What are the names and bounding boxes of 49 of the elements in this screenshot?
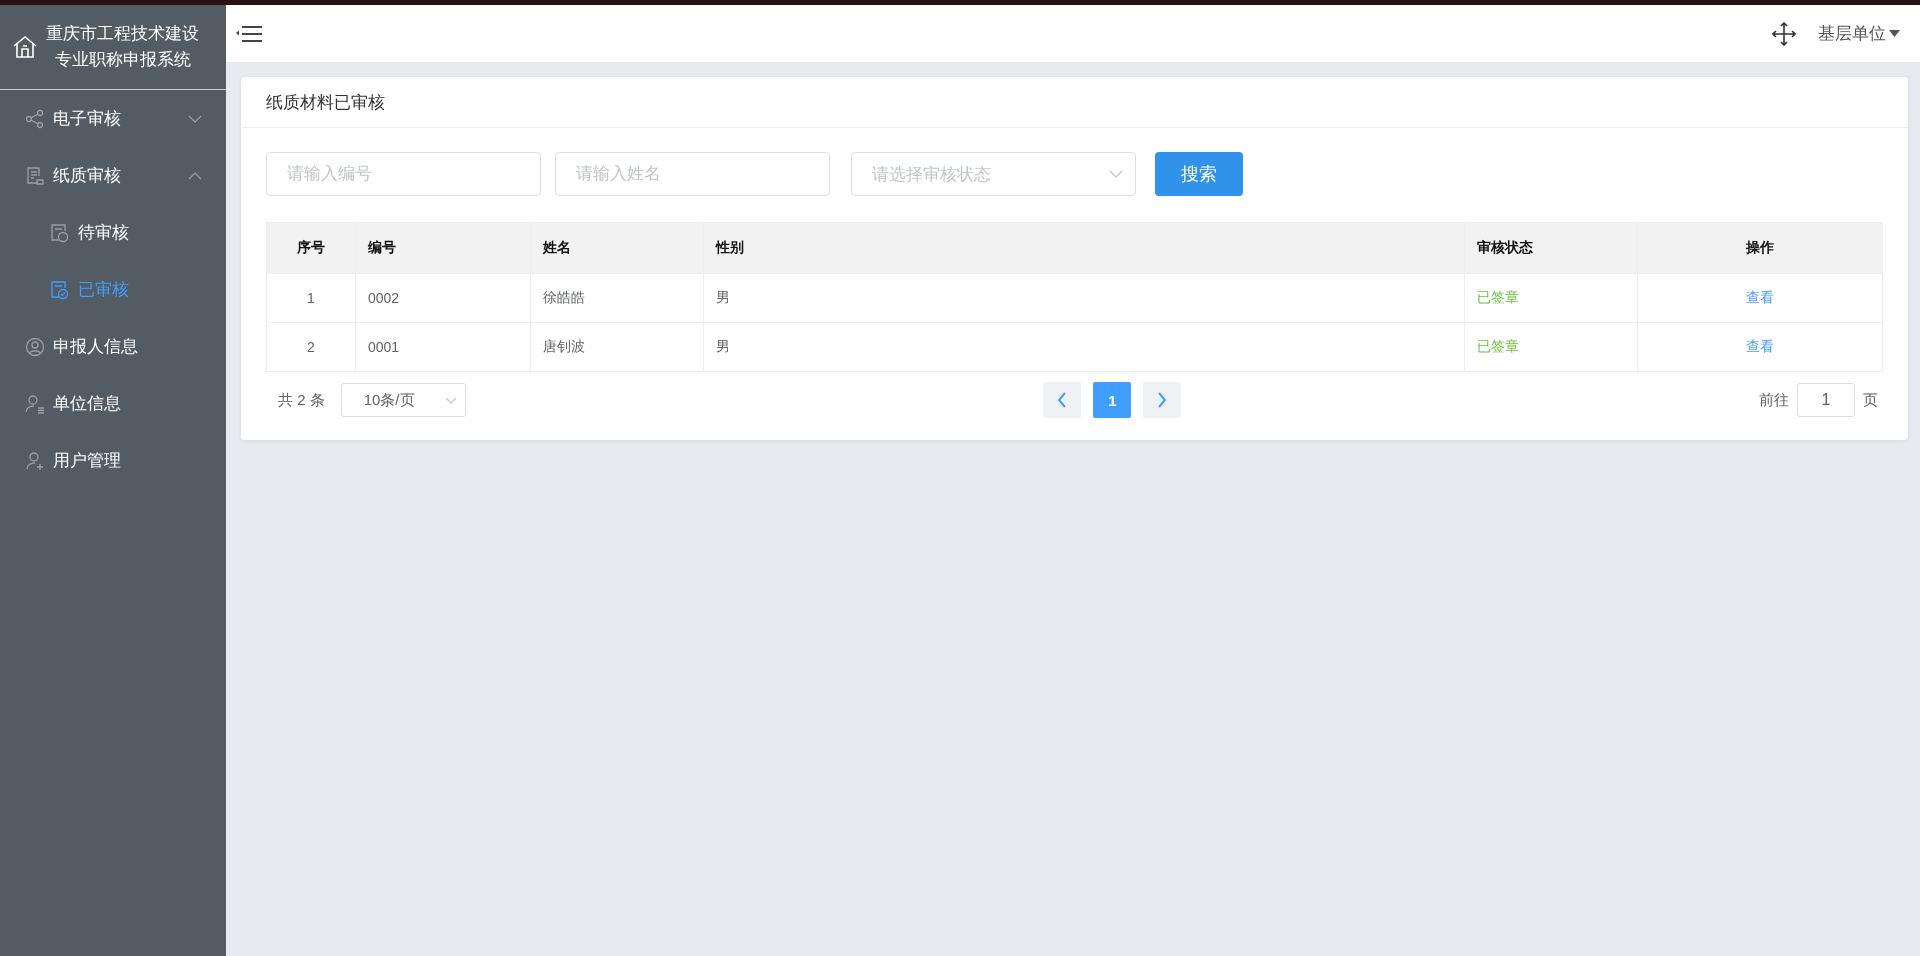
table-cell: 2 (266, 322, 356, 372)
menu-item[interactable]: 申报人信息 (0, 318, 226, 375)
menu-item[interactable]: 纸质审核 (0, 147, 226, 204)
share-icon (25, 108, 45, 129)
chevron-down-icon (444, 396, 457, 404)
table-cell: 1 (266, 273, 356, 323)
collapse-menu-icon[interactable] (236, 23, 262, 44)
goto-label: 前往 (1759, 390, 1789, 410)
number-input[interactable]: 请输入编号 (266, 152, 541, 196)
user-add-icon (25, 450, 45, 471)
table-cell: 男 (703, 273, 1465, 323)
table-cell: 0002 (355, 273, 531, 323)
page-suffix: 页 (1863, 390, 1878, 410)
chevron-right-icon (1157, 392, 1168, 408)
document-check-icon (50, 279, 70, 300)
chevron-up-icon (188, 171, 202, 180)
column-header: 姓名 (530, 222, 704, 274)
chevron-down-icon (1109, 170, 1123, 178)
card-title: 纸质材料已审核 (241, 77, 1908, 128)
chevron-down-icon (188, 114, 202, 123)
menu-item[interactable]: 单位信息 (0, 375, 226, 432)
menu-item[interactable]: 电子审核 (0, 90, 226, 147)
document-pending-icon (50, 222, 70, 243)
goto-page-input[interactable]: 1 (1797, 383, 1855, 417)
document-stamp-icon (25, 165, 45, 186)
system-title: 重庆市工程技术建设 专业职称申报系统 (46, 23, 199, 71)
table-cell: 徐皓皓 (530, 273, 704, 323)
user-list-icon (25, 393, 45, 414)
caret-down-icon (1889, 30, 1900, 37)
table-cell: 0001 (355, 322, 531, 372)
submenu-item[interactable]: 待审核 (0, 204, 226, 261)
status-text: 已签章 (1477, 289, 1519, 305)
user-dropdown[interactable]: 基层单位 (1818, 22, 1900, 45)
column-header: 操作 (1637, 222, 1883, 274)
name-input[interactable]: 请输入姓名 (555, 152, 830, 196)
total-count: 共 2 条 (278, 390, 325, 410)
table-cell: 唐钊波 (530, 322, 704, 372)
column-header: 序号 (266, 222, 356, 274)
fullscreen-icon[interactable] (1772, 21, 1796, 46)
chevron-left-icon (1057, 392, 1068, 408)
table-cell: 男 (703, 322, 1465, 372)
status-text: 已签章 (1477, 338, 1519, 354)
home-icon[interactable] (12, 34, 38, 60)
menu-item[interactable]: 用户管理 (0, 432, 226, 489)
user-circle-icon (25, 336, 45, 357)
column-header: 审核状态 (1464, 222, 1638, 274)
page-size-select[interactable]: 10条/页 (340, 383, 466, 417)
column-header: 性别 (703, 222, 1465, 274)
column-header: 编号 (355, 222, 531, 274)
